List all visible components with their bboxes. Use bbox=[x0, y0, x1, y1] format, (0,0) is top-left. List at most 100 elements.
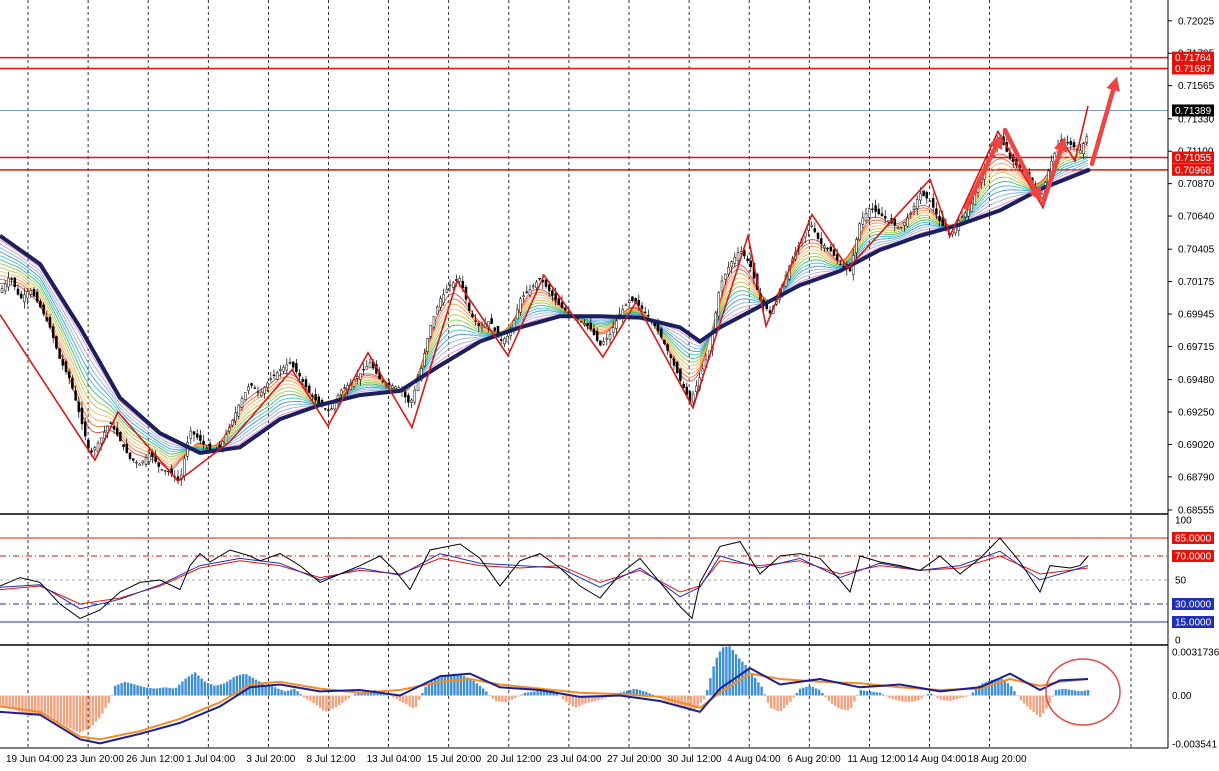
macd-histogram-bar bbox=[459, 675, 462, 696]
macd-histogram-bar bbox=[882, 694, 885, 696]
macd-histogram-bar bbox=[389, 695, 392, 696]
price-axis-label: 0.69250 bbox=[1178, 408, 1215, 419]
candle-body bbox=[189, 430, 193, 439]
macd-histogram-bar bbox=[901, 695, 904, 702]
candle-body bbox=[157, 462, 161, 467]
macd-histogram-bar bbox=[293, 688, 296, 696]
price-tag-label: 0.71687 bbox=[1175, 64, 1212, 75]
macd-histogram-bar bbox=[43, 695, 46, 716]
macd-histogram-bar bbox=[94, 695, 98, 722]
candle-body bbox=[458, 278, 461, 282]
candle-body bbox=[560, 301, 564, 308]
macd-histogram-bar bbox=[888, 695, 891, 698]
macd-histogram-bar bbox=[194, 672, 197, 696]
macd-histogram-bar bbox=[219, 684, 222, 696]
candle-body bbox=[365, 366, 369, 370]
candle-body bbox=[90, 450, 93, 453]
price-axis-label: 0.71565 bbox=[1178, 81, 1215, 92]
candle-body bbox=[147, 453, 151, 462]
candle-body bbox=[448, 284, 452, 287]
candle-body bbox=[55, 336, 58, 349]
macd-histogram-bar bbox=[862, 690, 866, 696]
forex-chart[interactable]: 19 Jun 04:00 23 Jun 20:00 26 Jun 12:00 1 Ju… bbox=[0, 0, 1219, 766]
macd-histogram-bar bbox=[286, 690, 290, 696]
macd-histogram-bar bbox=[558, 695, 562, 697]
candle-body bbox=[381, 380, 385, 383]
macd-histogram-bar bbox=[958, 695, 962, 699]
candle-body bbox=[925, 192, 929, 199]
candle-body bbox=[512, 320, 516, 329]
macd-histogram-bar bbox=[453, 673, 456, 696]
macd-histogram-bar bbox=[878, 692, 882, 696]
candle-body bbox=[311, 395, 314, 397]
macd-histogram-bar bbox=[5, 695, 8, 707]
candle-body bbox=[602, 341, 605, 345]
macd-histogram-bar bbox=[869, 691, 872, 696]
price-panel[interactable] bbox=[0, 0, 1168, 513]
candle-body bbox=[266, 382, 269, 388]
price-axis-label: 0.69945 bbox=[1178, 310, 1215, 321]
candle-body bbox=[176, 476, 180, 480]
candle-body bbox=[359, 373, 362, 380]
macd-histogram-bar bbox=[530, 691, 533, 696]
macd-histogram-bar bbox=[933, 695, 936, 696]
candle-body bbox=[1072, 142, 1076, 148]
macd-histogram-bar bbox=[1003, 681, 1006, 696]
candle-body bbox=[1079, 150, 1082, 154]
candle-body bbox=[826, 247, 829, 250]
macd-histogram-bar bbox=[568, 695, 571, 705]
candle-body bbox=[919, 193, 922, 201]
oscillator-axis-label: 0 bbox=[1175, 636, 1181, 647]
macd-histogram-bar bbox=[184, 678, 187, 696]
macd-histogram-bar bbox=[104, 695, 107, 709]
macd-histogram-bar bbox=[450, 674, 453, 696]
candle-body bbox=[109, 422, 113, 424]
candle-body bbox=[19, 293, 23, 299]
macd-histogram-bar bbox=[997, 678, 1000, 696]
macd-histogram-bar bbox=[283, 691, 286, 696]
candle-body bbox=[896, 227, 900, 229]
candle-body bbox=[579, 320, 583, 323]
candle-body bbox=[880, 213, 884, 217]
macd-histogram-bar bbox=[814, 688, 818, 696]
macd-histogram-bar bbox=[245, 674, 248, 696]
macd-histogram-bar bbox=[66, 695, 69, 727]
macd-histogram-bar bbox=[786, 695, 789, 705]
macd-histogram-bar bbox=[418, 695, 421, 700]
candle-body bbox=[746, 258, 749, 261]
macd-histogram-bar bbox=[216, 685, 219, 696]
candle-body bbox=[474, 320, 477, 322]
macd-histogram-bar bbox=[645, 691, 648, 696]
candle-body bbox=[659, 328, 663, 338]
macd-histogram-bar bbox=[334, 695, 338, 708]
macd-histogram-bar bbox=[322, 695, 325, 711]
candle-body bbox=[330, 408, 333, 411]
macd-histogram-bar bbox=[1042, 695, 1045, 713]
chart-svg[interactable]: 19 Jun 04:00 23 Jun 20:00 26 Jun 12:00 1 Ju… bbox=[0, 0, 1219, 766]
price-axis-label: 0.70405 bbox=[1178, 245, 1215, 256]
macd-histogram-bar bbox=[139, 686, 142, 696]
candle-body bbox=[864, 212, 868, 222]
candle-body bbox=[96, 442, 100, 452]
macd-histogram-bar bbox=[526, 692, 530, 696]
candle-body bbox=[963, 212, 967, 218]
candle-body bbox=[218, 444, 221, 448]
macd-histogram-bar bbox=[126, 682, 130, 696]
candle-body bbox=[912, 205, 916, 210]
macd-histogram-bar bbox=[206, 683, 210, 696]
macd-histogram-bar bbox=[818, 689, 821, 696]
candle-body bbox=[115, 427, 119, 436]
macd-histogram-bar bbox=[174, 687, 178, 696]
macd-histogram-bar bbox=[1058, 689, 1061, 696]
candle-body bbox=[435, 306, 439, 315]
candle-body bbox=[605, 337, 609, 340]
candle-body bbox=[323, 408, 327, 410]
macd-histogram-bar bbox=[949, 695, 952, 701]
macd-histogram-bar bbox=[482, 688, 485, 696]
candle-body bbox=[935, 208, 938, 215]
macd-histogram-bar bbox=[2, 695, 5, 706]
macd-histogram-bar bbox=[200, 678, 203, 696]
macd-histogram-bar bbox=[162, 687, 165, 696]
macd-histogram-bar bbox=[523, 692, 526, 696]
candle-body bbox=[839, 263, 842, 266]
